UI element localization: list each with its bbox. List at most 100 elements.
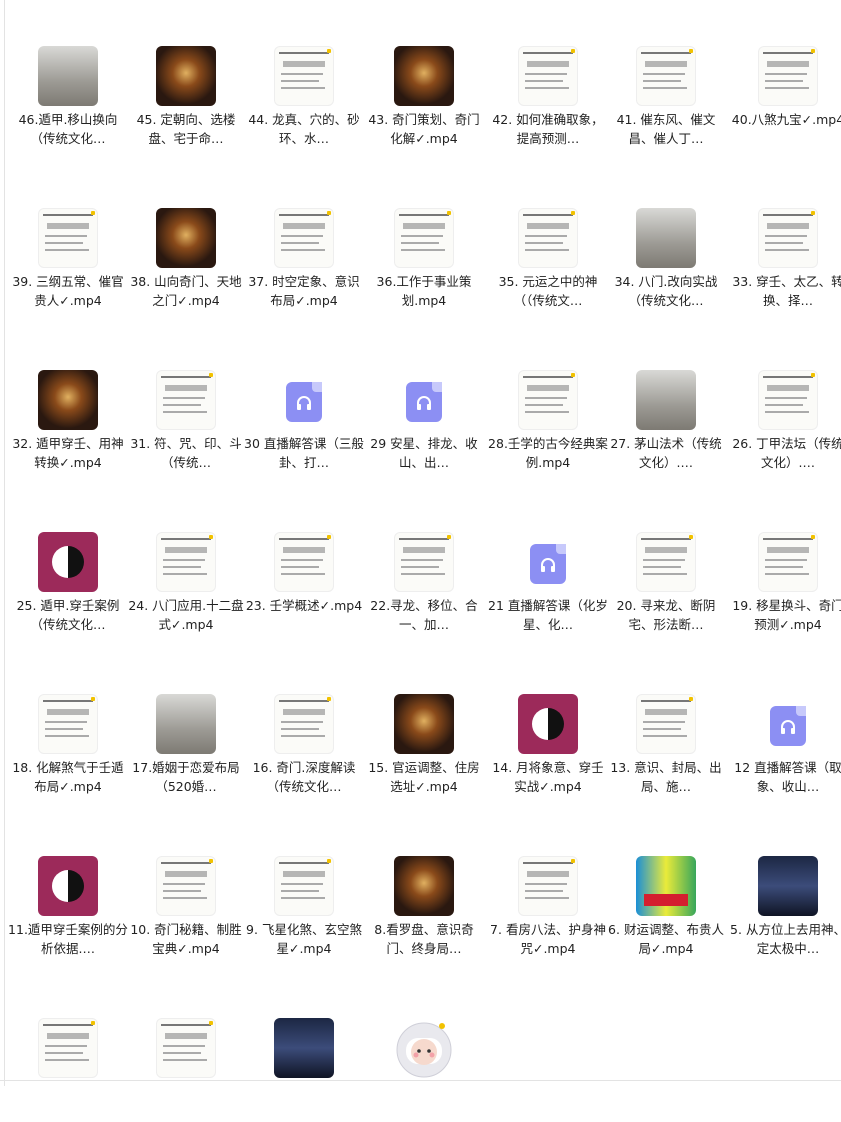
video-thumbnail-icon (156, 856, 216, 916)
file-tile[interactable]: 32. 遁甲穿壬、用神转换✓.mp4 (8, 324, 128, 474)
file-tile[interactable]: 44. 龙真、穴的、砂环、水… (244, 0, 364, 150)
file-tile[interactable]: 40.八煞九宝✓.mp4 (728, 0, 841, 150)
file-name-label: 24. 八门应用.十二盘式✓.mp4 (128, 598, 244, 632)
file-tile[interactable]: 36.工作于事业策划.mp4 (364, 162, 484, 312)
file-name-label: 37. 时空定象、意识布局✓.mp4 (248, 274, 360, 308)
file-name-label: 33. 穿壬、太乙、转换、择… (732, 274, 841, 308)
file-name-label: 22.寻龙、移位、合一、加… (370, 598, 478, 632)
file-tile[interactable]: 19. 移星换斗、奇门预测✓.mp4 (728, 486, 841, 636)
file-name-label: 40.八煞九宝✓.mp4 (731, 112, 841, 127)
file-name-label: 19. 移星换斗、奇门预测✓.mp4 (732, 598, 841, 632)
file-name-label: 41. 催东风、催文昌、催人丁… (616, 112, 716, 146)
file-tile[interactable]: 13. 意识、封局、出局、施… (606, 648, 726, 798)
file-tile[interactable]: 6. 财运调整、布贵人局✓.mp4 (606, 810, 726, 960)
file-tile[interactable]: 11.遁甲穿壬案例的分析依据.… (8, 810, 128, 960)
file-tile[interactable]: 30 直播解答课（三般卦、打… (244, 324, 364, 474)
file-tile[interactable]: 9. 飞星化煞、玄空煞星✓.mp4 (244, 810, 364, 960)
file-tile[interactable] (126, 972, 246, 1122)
video-thumbnail-icon (394, 208, 454, 268)
video-thumbnail-icon (156, 370, 216, 430)
file-tile[interactable]: 43. 奇门策划、奇门化解✓.mp4 (364, 0, 484, 150)
file-tile[interactable]: 12 直播解答课（取象、收山… (728, 648, 841, 798)
video-thumbnail-icon (758, 856, 818, 916)
file-name-label: 38. 山向奇门、天地之门✓.mp4 (130, 274, 242, 308)
file-name-label: 13. 意识、封局、出局、施… (610, 760, 722, 794)
file-name-label: 25. 遁甲.穿壬案例（传统文化… (16, 598, 120, 632)
video-thumbnail-icon (636, 694, 696, 754)
file-tile[interactable]: 22.寻龙、移位、合一、加… (364, 486, 484, 636)
file-tile[interactable]: 26. 丁甲法坛（传统文化）.… (728, 324, 841, 474)
file-tile[interactable]: 10. 奇门秘籍、制胜宝典✓.mp4 (126, 810, 246, 960)
file-name-label: 44. 龙真、穴的、砂环、水… (248, 112, 360, 146)
file-tile[interactable]: 37. 时空定象、意识布局✓.mp4 (244, 162, 364, 312)
audio-file-icon (406, 382, 442, 422)
file-tile[interactable]: 27. 茅山法术（传统文化）.… (606, 324, 726, 474)
file-tile[interactable]: 18. 化解煞气于壬遁布局✓.mp4 (8, 648, 128, 798)
file-tile[interactable] (244, 972, 364, 1122)
file-name-label: 8.看罗盘、意识奇门、终身局… (374, 922, 474, 956)
video-thumbnail-icon (518, 370, 578, 430)
video-thumbnail-icon (758, 46, 818, 106)
file-tile[interactable]: 20. 寻来龙、断阴宅、形法断… (606, 486, 726, 636)
file-tile[interactable]: 38. 山向奇门、天地之门✓.mp4 (126, 162, 246, 312)
file-name-label: 18. 化解煞气于壬遁布局✓.mp4 (12, 760, 124, 794)
file-name-label: 14. 月将象意、穿壬实战✓.mp4 (492, 760, 604, 794)
file-name-label: 5. 从方位上去用神、定太极中… (730, 922, 841, 956)
file-name-label: 20. 寻来龙、断阴宅、形法断… (616, 598, 716, 632)
video-thumbnail-icon (636, 856, 696, 916)
video-thumbnail-icon (156, 694, 216, 754)
video-thumbnail-icon (394, 694, 454, 754)
file-tile[interactable]: 34. 八门.改向实战（传统文化… (606, 162, 726, 312)
file-name-label: 30 直播解答课（三般卦、打… (244, 436, 364, 470)
file-tile[interactable]: 29 安星、排龙、收山、出… (364, 324, 484, 474)
file-tile[interactable] (8, 972, 128, 1122)
file-name-label: 7. 看房八法、护身神咒✓.mp4 (490, 922, 606, 956)
video-thumbnail-icon (758, 370, 818, 430)
file-tile[interactable] (364, 972, 484, 1122)
video-thumbnail-icon (274, 46, 334, 106)
file-tile[interactable]: 8.看罗盘、意识奇门、终身局… (364, 810, 484, 960)
file-tile[interactable]: 17.婚姻于恋爱布局（520婚… (126, 648, 246, 798)
file-tile[interactable]: 31. 符、咒、印、斗（传统… (126, 324, 246, 474)
file-tile[interactable]: 5. 从方位上去用神、定太极中… (728, 810, 841, 960)
video-thumbnail-icon (636, 370, 696, 430)
video-thumbnail-icon (274, 532, 334, 592)
file-tile[interactable]: 7. 看房八法、护身神咒✓.mp4 (488, 810, 608, 960)
video-thumbnail-icon (518, 46, 578, 106)
file-tile[interactable]: 35. 元运之中的神（（传统文… (488, 162, 608, 312)
file-tile[interactable]: 25. 遁甲.穿壬案例（传统文化… (8, 486, 128, 636)
file-tile[interactable]: 15. 官运调整、住房选址✓.mp4 (364, 648, 484, 798)
video-thumbnail-icon (38, 694, 98, 754)
file-tile[interactable]: 45. 定朝向、选楼盘、宅于命… (126, 0, 246, 150)
video-thumbnail-icon (38, 1018, 98, 1078)
file-tile[interactable]: 33. 穿壬、太乙、转换、择… (728, 162, 841, 312)
file-name-label: 46.遁甲.移山换向（传统文化… (18, 112, 118, 146)
video-thumbnail-icon (518, 856, 578, 916)
file-tile[interactable]: 21 直播解答课（化岁星、化… (488, 486, 608, 636)
video-thumbnail-icon (156, 1018, 216, 1078)
file-name-label: 12 直播解答课（取象、收山… (734, 760, 841, 794)
file-name-label: 21 直播解答课（化岁星、化… (488, 598, 608, 632)
file-tile[interactable]: 41. 催东风、催文昌、催人丁… (606, 0, 726, 150)
video-thumbnail-icon (38, 208, 98, 268)
file-tile[interactable]: 23. 壬学概述✓.mp4 (244, 486, 364, 636)
file-name-label: 6. 财运调整、布贵人局✓.mp4 (608, 922, 724, 956)
file-tile[interactable]: 39. 三纲五常、催官贵人✓.mp4 (8, 162, 128, 312)
video-thumbnail-icon (38, 370, 98, 430)
file-name-label: 42. 如何准确取象，提高预测… (492, 112, 604, 146)
file-tile[interactable]: 16. 奇门.深度解读（传统文化… (244, 648, 364, 798)
video-thumbnail-icon (156, 46, 216, 106)
video-thumbnail-icon (758, 208, 818, 268)
file-name-label: 11.遁甲穿壬案例的分析依据.… (8, 922, 128, 956)
video-thumbnail-icon (38, 856, 98, 916)
video-thumbnail-icon (274, 208, 334, 268)
audio-file-icon (286, 382, 322, 422)
video-thumbnail-icon (274, 694, 334, 754)
file-tile[interactable]: 28.壬学的古今经典案例.mp4 (488, 324, 608, 474)
file-tile[interactable]: 14. 月将象意、穿壬实战✓.mp4 (488, 648, 608, 798)
file-tile[interactable]: 46.遁甲.移山换向（传统文化… (8, 0, 128, 150)
file-tile[interactable]: 42. 如何准确取象，提高预测… (488, 0, 608, 150)
video-thumbnail-icon (38, 46, 98, 106)
file-tile[interactable]: 24. 八门应用.十二盘式✓.mp4 (126, 486, 246, 636)
video-thumbnail-icon (274, 1018, 334, 1078)
